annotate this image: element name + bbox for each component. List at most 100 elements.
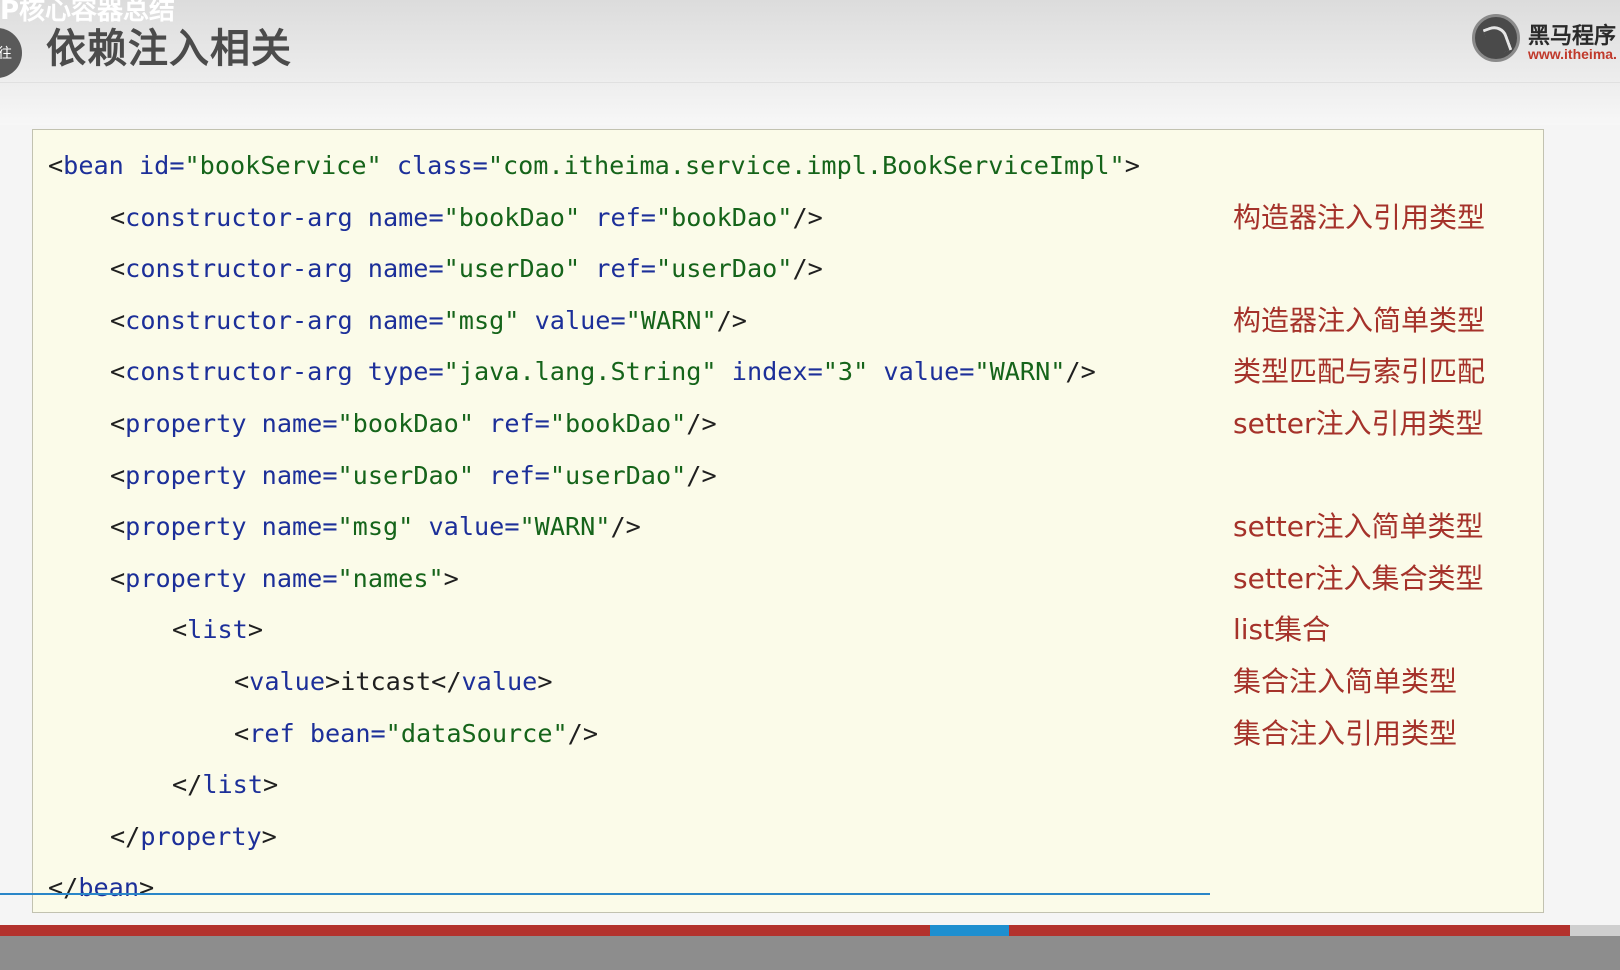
code-token: /> [567,718,598,748]
code-token: ref= [473,409,550,438]
annotation-note: 集合注入引用类型 [1233,716,1458,750]
code-token: "WARN" [519,512,611,542]
code-token: ref= [580,254,656,284]
code-token: </ [110,821,141,851]
code-token: property [140,821,262,851]
code-token: < [110,202,126,232]
code-token: "bookDao" [549,409,687,438]
code-line: </property> [110,817,277,857]
annotation-note: 类型匹配与索引匹配 [1233,355,1486,389]
code-token: value [249,667,325,696]
code-token: name= [246,512,338,542]
code-token: "bookDao" [337,409,474,438]
code-line: </list> [172,765,278,805]
annotation-note: 构造器注入引用类型 [1233,200,1486,234]
code-token: ref= [580,202,656,232]
code-token: name= [352,305,444,335]
code-token: "WARN" [625,305,717,335]
code-token: < [110,305,126,335]
code-line: </bean> [48,868,154,908]
code-token: /> [792,254,823,284]
code-token: </ [431,667,462,696]
code-token: "dataSource" [385,718,568,748]
code-token: </ [48,873,79,903]
code-line: <property name="userDao" ref="userDao"/> [110,456,717,496]
code-token: < [234,667,250,696]
code-token: "userDao" [655,254,793,284]
code-line: <property name="msg" value="WARN"/> [110,507,641,547]
annotation-note: list集合 [1233,613,1331,647]
code-token: name= [352,202,444,232]
code-token: name= [352,254,444,284]
code-token: "com.itheima.service.impl.BookServiceImp… [487,151,1125,180]
annotation-note: 构造器注入简单类型 [1233,303,1486,337]
code-token: "bookDao" [443,202,581,232]
progress-played[interactable] [0,925,930,936]
code-token: ref [249,718,295,748]
code-line: <constructor-arg name="bookDao" ref="boo… [110,198,823,238]
code-token: ref= [473,460,550,490]
code-line: <list> [172,610,263,650]
logo-url: www.itheima. [1528,46,1617,62]
code-token: "msg" [443,305,520,335]
code-token: > [1124,151,1140,180]
code-token: constructor-arg [125,357,353,387]
code-token: constructor-arg [125,254,353,284]
player-controls-strip [0,936,1620,970]
code-token: property [125,512,247,542]
code-token: "WARN" [974,357,1066,387]
code-token: > [263,770,279,800]
progress-buffered[interactable] [930,925,1009,936]
code-token: name= [246,563,338,593]
code-token: > [139,873,155,903]
code-token: "bookService" [184,151,382,180]
itheima-logo: 黑马程序 www.itheima. [1470,12,1620,68]
code-token: value [461,667,538,696]
code-token: property [125,409,247,438]
code-token: index= [716,357,823,387]
annotation-note: setter注入引用类型 [1233,407,1484,440]
code-panel: <bean id="bookService" class="com.itheim… [32,129,1544,913]
code-token: "msg" [337,512,414,542]
code-token: constructor-arg [125,202,353,232]
code-token: /> [716,305,747,335]
code-token: "userDao" [443,254,581,284]
code-token: "names" [337,563,444,593]
code-line: <ref bean="dataSource"/> [234,714,598,754]
prev-nav-label: 往 [0,45,12,61]
code-token: /> [686,409,717,438]
code-token: /> [610,512,641,542]
code-token: > [247,615,264,645]
code-token: < [110,357,126,387]
horse-logo-icon [1472,14,1520,62]
code-token: < [172,615,188,645]
code-token: "userDao" [337,460,474,490]
code-token: "userDao" [549,460,687,490]
code-token: list [202,770,264,800]
annotation-underline [0,893,1210,895]
code-token: itcast [340,667,432,696]
code-line: <bean id="bookService" class="com.itheim… [48,146,1140,186]
video-player-bar[interactable] [0,925,1620,970]
code-token: name= [246,460,338,490]
code-token: bean [63,151,124,180]
code-token: constructor-arg [125,305,353,335]
code-token: value= [519,305,626,335]
page-title: 依赖注入相关 [46,26,292,72]
code-token: /> [1065,357,1096,387]
code-token: class= [381,151,488,180]
code-token: value= [868,357,975,387]
code-token: /> [792,202,823,232]
code-token: bean [78,873,140,903]
code-line: <constructor-arg name="msg" value="WARN"… [110,301,747,341]
code-token: value= [413,512,520,542]
code-token: property [125,460,247,490]
code-token: < [110,563,126,593]
code-token: list [187,615,248,645]
progress-remaining[interactable] [1009,925,1570,936]
code-line: <constructor-arg name="userDao" ref="use… [110,249,823,289]
header-divider [0,82,1620,83]
code-token: < [110,460,126,490]
code-line: <value>itcast</value> [234,662,553,702]
code-line: <property name="names"> [110,559,459,599]
